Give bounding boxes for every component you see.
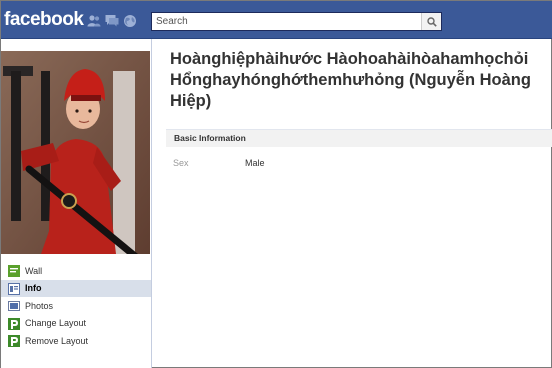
- notifications-globe-icon[interactable]: [122, 13, 137, 28]
- sidebar-item-label: Photos: [25, 300, 54, 311]
- friend-requests-icon[interactable]: [86, 13, 101, 28]
- sidebar-item-remove-layout[interactable]: Remove Layout: [1, 332, 151, 350]
- change-layout-icon: [8, 317, 20, 330]
- search-button[interactable]: [421, 13, 441, 30]
- sidebar-item-label: Remove Layout: [25, 335, 89, 346]
- search-icon: [426, 16, 437, 27]
- search-box: [151, 12, 442, 31]
- photos-icon: [8, 300, 20, 312]
- profile-name: Hoànghiệphàihước Hàohoahàihòahamhọchỏi H…: [170, 50, 531, 110]
- profile-nav: Wall Info Photos Change Layout Remove La…: [1, 262, 151, 350]
- sidebar-item-label: Info: [25, 283, 42, 294]
- jewel-icons: [86, 13, 137, 28]
- wall-icon: [8, 265, 20, 277]
- left-column: Wall Info Photos Change Layout Remove La…: [1, 39, 152, 368]
- sidebar-item-label: Wall: [25, 265, 43, 276]
- top-bar: facebook: [1, 1, 552, 39]
- remove-layout-icon: [8, 335, 20, 347]
- search-input[interactable]: [152, 13, 422, 30]
- profile-picture[interactable]: [1, 51, 150, 254]
- sidebar-item-wall[interactable]: Wall: [1, 262, 151, 280]
- basic-information-header: Basic Information: [166, 129, 552, 147]
- info-icon: [8, 282, 20, 295]
- sidebar-item-photos[interactable]: Photos: [1, 297, 151, 315]
- main-content: Hoànghiệphàihước Hàohoahàihòahamhọchỏi H…: [153, 39, 552, 368]
- messages-icon[interactable]: [104, 13, 119, 28]
- sidebar-item-info[interactable]: Info: [1, 279, 151, 297]
- sidebar-item-label: Change Layout: [25, 318, 87, 329]
- sidebar-item-change-layout[interactable]: Change Layout: [1, 315, 151, 333]
- info-label: Sex: [173, 158, 189, 168]
- facebook-logo[interactable]: facebook: [4, 9, 84, 31]
- info-value: Male: [245, 158, 265, 168]
